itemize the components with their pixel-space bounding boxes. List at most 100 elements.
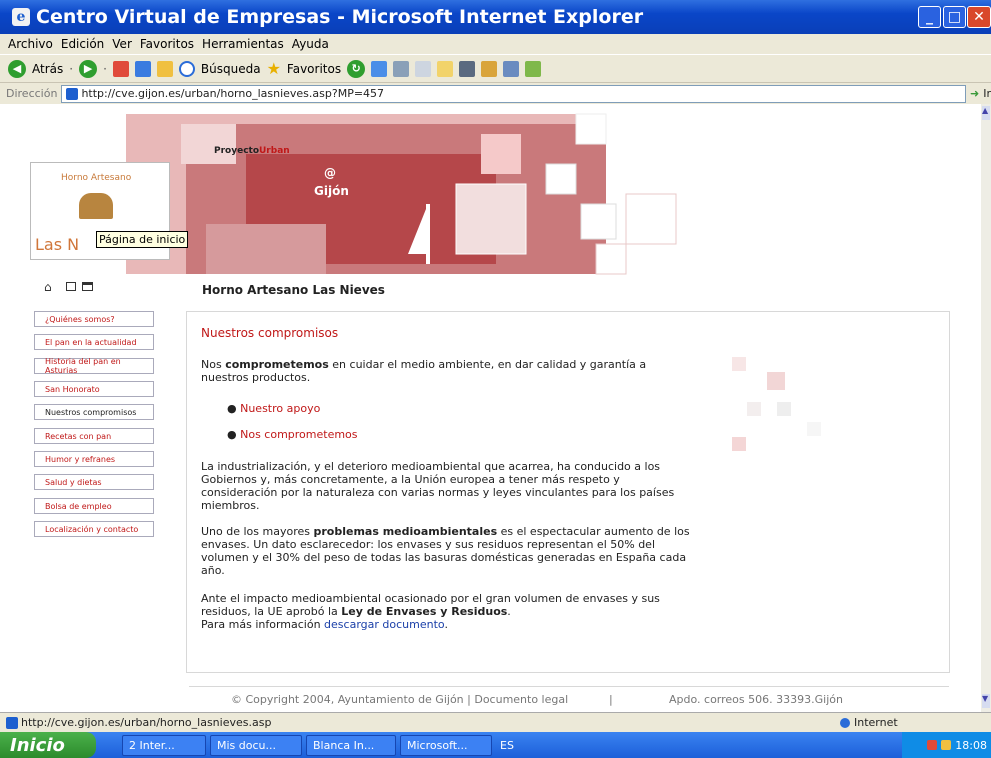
- section-heading: Nuestros compromisos: [201, 326, 339, 340]
- decor-square: [732, 357, 746, 371]
- paragraph-problemas: Uno de los mayores problemas medioambien…: [201, 525, 690, 577]
- forward-arrow-icon[interactable]: ▶: [79, 59, 98, 78]
- minimize-button[interactable]: _: [918, 6, 941, 28]
- nav-nuestros-compromisos[interactable]: Nuestros compromisos: [34, 404, 154, 420]
- logo-arc-text: Horno Artesano: [61, 173, 132, 183]
- link-nuestro-apoyo[interactable]: Nuestro apoyo: [240, 402, 320, 415]
- menu-ayuda[interactable]: Ayuda: [292, 37, 329, 51]
- tooltip: Página de inicio: [96, 231, 189, 248]
- menu-bar: Archivo Edición Ver Favoritos Herramient…: [0, 34, 991, 54]
- print-icon[interactable]: [82, 282, 93, 291]
- banner-gijon: Gijón: [314, 184, 349, 198]
- list-item: ● Nos comprometemos: [227, 428, 358, 441]
- page-viewport: Proyecto Urban @ Gijón Horno Artesano La…: [6, 104, 981, 712]
- nav-humor-refranes[interactable]: Humor y refranes: [34, 451, 154, 467]
- start-button[interactable]: Inicio: [0, 732, 96, 758]
- search-icon[interactable]: [178, 60, 195, 77]
- back-label[interactable]: Atrás: [32, 62, 63, 76]
- home-icon[interactable]: ⌂: [44, 280, 52, 294]
- page-icon: [6, 716, 18, 729]
- nav-bolsa-empleo[interactable]: Bolsa de empleo: [34, 498, 154, 514]
- decor-square: [807, 422, 821, 436]
- paragraph-industrializacion: La industrialización, y el deterioro med…: [201, 460, 675, 512]
- address-bar: Dirección http://cve.gijon.es/urban/horn…: [0, 82, 991, 104]
- window-title: Centro Virtual de Empresas - Microsoft I…: [36, 6, 644, 28]
- menu-ver[interactable]: Ver: [112, 37, 132, 51]
- banner-at-symbol: @: [324, 166, 336, 180]
- home-icon[interactable]: [156, 60, 173, 77]
- menu-herramientas[interactable]: Herramientas: [202, 37, 284, 51]
- paragraph-mas-info: Para más información descargar documento…: [201, 618, 448, 631]
- title-bar: e Centro Virtual de Empresas - Microsoft…: [0, 0, 991, 34]
- scroll-up-icon[interactable]: ▲: [982, 106, 990, 120]
- toolbar: ◀ Atrás · ▶ · Búsqueda ★ Favoritos ↻: [0, 54, 991, 82]
- nav-salud-dietas[interactable]: Salud y dietas: [34, 474, 154, 490]
- go-arrow-icon[interactable]: ➜: [970, 87, 979, 100]
- decor-square: [747, 402, 761, 416]
- go-label[interactable]: Ir: [983, 87, 991, 100]
- logo-name: Las N: [35, 235, 80, 254]
- research-icon[interactable]: [459, 60, 476, 77]
- nav-quienes-somos[interactable]: ¿Quiénes somos?: [34, 311, 154, 327]
- status-zone: Internet: [854, 716, 898, 729]
- extra-icon[interactable]: [525, 60, 542, 77]
- task-microsoft[interactable]: Microsoft...: [400, 734, 492, 756]
- start-label: Inicio: [10, 734, 65, 756]
- page-title: Horno Artesano Las Nieves: [202, 283, 385, 297]
- nav-pan-actualidad[interactable]: El pan en la actualidad: [34, 334, 154, 350]
- tool-icon[interactable]: [503, 60, 520, 77]
- stop-icon[interactable]: [112, 60, 129, 77]
- footer-copyright: © Copyright 2004, Ayuntamiento de Gijón …: [231, 693, 569, 706]
- decor-square: [777, 402, 791, 416]
- address-url: http://cve.gijon.es/urban/horno_lasnieve…: [81, 87, 385, 100]
- intro-paragraph: Nos comprometemos en cuidar el medio amb…: [201, 358, 647, 384]
- refresh-icon[interactable]: [134, 60, 151, 77]
- vertical-scrollbar[interactable]: ▲ ▼: [981, 104, 991, 712]
- content-panel: Nuestros compromisos Nos comprometemos e…: [186, 311, 950, 673]
- address-input[interactable]: http://cve.gijon.es/urban/horno_lasnieve…: [61, 84, 966, 103]
- back-arrow-icon[interactable]: ◀: [8, 59, 26, 78]
- footer-address: Apdo. correos 506. 33393.Gijón: [669, 693, 843, 706]
- task-documents[interactable]: Mis docu...: [210, 734, 302, 756]
- tray-icon[interactable]: [927, 740, 938, 750]
- language-indicator[interactable]: ES: [500, 739, 514, 752]
- menu-edicion[interactable]: Edición: [61, 37, 104, 51]
- link-nos-comprometemos[interactable]: Nos comprometemos: [240, 428, 357, 441]
- menu-favoritos[interactable]: Favoritos: [140, 37, 194, 51]
- favorites-label[interactable]: Favoritos: [287, 62, 341, 76]
- folder-icon[interactable]: [437, 60, 454, 77]
- tray-icon[interactable]: [941, 740, 952, 750]
- window-icon[interactable]: [66, 282, 76, 291]
- status-url: http://cve.gijon.es/urban/horno_lasnieve…: [21, 716, 272, 729]
- scroll-down-icon[interactable]: ▼: [982, 694, 990, 708]
- menu-archivo[interactable]: Archivo: [8, 37, 53, 51]
- page-icon: [66, 87, 79, 100]
- oven-icon: [79, 193, 113, 219]
- maximize-button[interactable]: □: [943, 6, 966, 28]
- footer-separator: |: [609, 693, 613, 706]
- paragraph-ley: Ante el impacto medioambiental ocasionad…: [201, 592, 660, 618]
- history-icon[interactable]: ↻: [347, 59, 366, 78]
- close-button[interactable]: ✕: [967, 6, 991, 28]
- banner-urban: Urban: [259, 146, 290, 156]
- nav-localizacion-contacto[interactable]: Localización y contacto: [34, 521, 154, 537]
- print-icon[interactable]: [393, 60, 410, 77]
- search-label[interactable]: Búsqueda: [201, 62, 261, 76]
- download-link[interactable]: descargar documento: [324, 618, 444, 631]
- ie-icon: e: [12, 8, 30, 26]
- favorites-star-icon[interactable]: ★: [267, 59, 281, 78]
- taskbar: Inicio 2 Inter... Mis docu... Blanca In.…: [0, 732, 991, 758]
- messenger-icon[interactable]: [481, 60, 498, 77]
- task-blanca[interactable]: Blanca In...: [306, 734, 396, 756]
- nav-recetas-pan[interactable]: Recetas con pan: [34, 428, 154, 444]
- system-tray: 18:08: [902, 732, 991, 758]
- edit-icon[interactable]: [415, 60, 432, 77]
- nav-historia-pan[interactable]: Historia del pan en Asturias: [34, 357, 154, 375]
- mail-icon[interactable]: [371, 60, 388, 77]
- nav-san-honorato[interactable]: San Honorato: [34, 381, 154, 397]
- clock: 18:08: [955, 738, 987, 752]
- task-internet[interactable]: 2 Inter...: [122, 734, 206, 756]
- footer: © Copyright 2004, Ayuntamiento de Gijón …: [189, 686, 949, 712]
- banner-image: [126, 113, 677, 275]
- list-item: ● Nuestro apoyo: [227, 402, 321, 415]
